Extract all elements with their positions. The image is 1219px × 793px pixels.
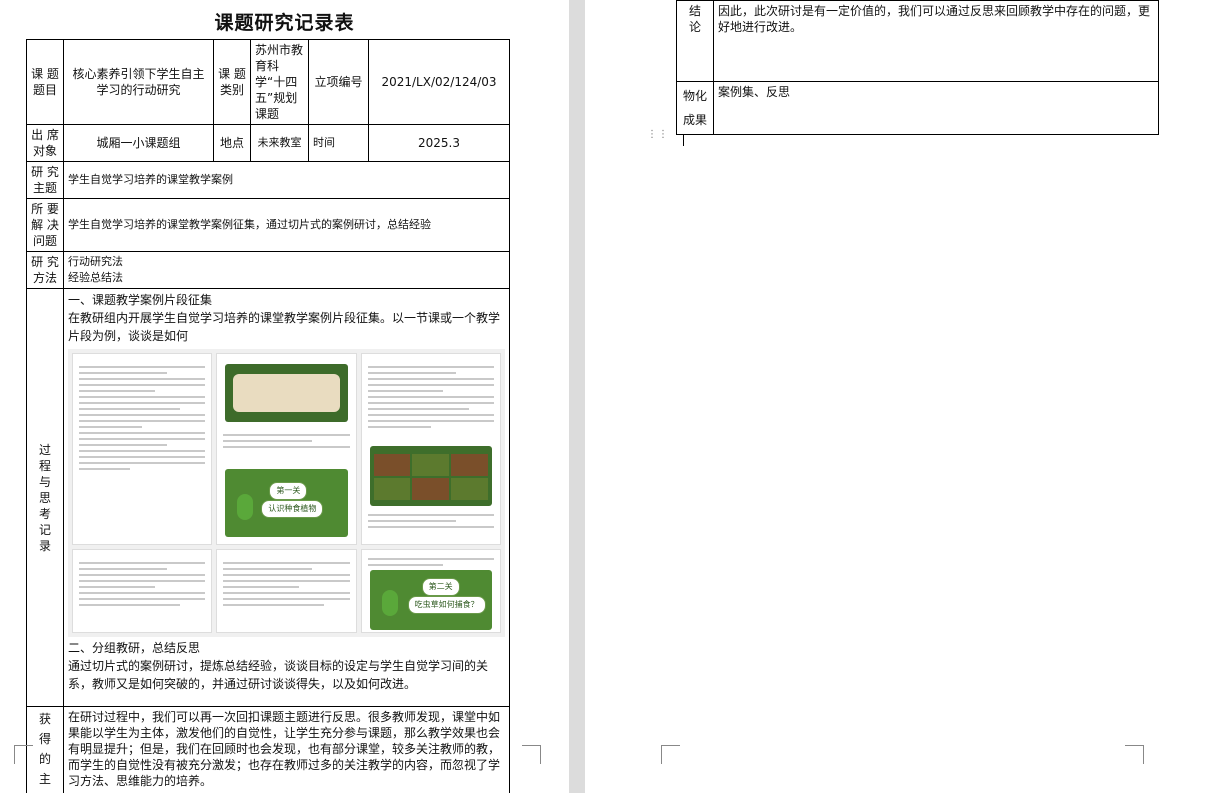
document-page-right[interactable]: 结 论 因此，此次研讨是有一定价值的，我们可以通过反思来回顾教学中存在的问题，更… — [585, 0, 1219, 793]
theme-label: 研 究 主题 — [26, 161, 64, 199]
case-slide-game-1[interactable]: 第一关 认识种食植物 — [216, 353, 357, 545]
category-value[interactable]: 苏州市教育科学“十四五”规划课题 — [250, 39, 309, 125]
slide-text-lines — [223, 558, 350, 610]
table-move-handle-icon[interactable]: ⋮⋮ — [647, 130, 668, 145]
problem-value[interactable]: 学生自觉学习培养的课堂教学案例征集，通过切片式的案例研讨，总结经验 — [63, 198, 510, 252]
project-no-value[interactable]: 2021/LX/02/124/03 — [368, 39, 510, 125]
slide-caption-1: 第一关 — [269, 482, 308, 500]
cactus-icon — [237, 494, 254, 520]
conclusion-label: 结 论 — [676, 0, 714, 82]
document-title: 课题研究记录表 — [214, 12, 355, 34]
slide-text-lines — [79, 362, 206, 474]
case-slide-grid: 第一关 认识种食植物 第二关 吃虫草如何捕食？ — [68, 349, 505, 637]
time-label: 时间 — [308, 124, 369, 162]
page-crop-mark — [1125, 745, 1144, 764]
case-slide-document-1[interactable] — [72, 353, 213, 545]
conclusion-value[interactable]: 因此，此次研讨是有一定价值的，我们可以通过反思来回顾教学中存在的问题，更好地进行… — [713, 0, 1159, 82]
slide-subcaption-2: 吃虫草如何捕食？ — [407, 596, 486, 614]
method-label: 研 究 方法 — [26, 251, 64, 289]
time-value[interactable]: 2025.3 — [368, 124, 510, 162]
location-value[interactable]: 未来教室 — [250, 124, 309, 162]
slide-subcaption-1: 认识种食植物 — [261, 500, 324, 518]
attendee-value[interactable]: 城厢一小课题组 — [63, 124, 214, 162]
location-label: 地点 — [213, 124, 251, 162]
problem-label: 所 要 解 决 问题 — [26, 198, 64, 252]
process-heading-1: 一、课题教学案例片段征集 — [68, 293, 213, 307]
slide-photo-grid — [373, 454, 488, 500]
method-line-1: 行动研究法 — [68, 255, 123, 268]
document-page-left[interactable]: 课题研究记录表 课 题 题目 核心素养引领下学生自主学习的行动研究 课 题 类别… — [0, 0, 569, 793]
case-slide-document-3[interactable] — [72, 549, 213, 633]
category-label: 课 题 类别 — [213, 39, 251, 125]
page-gap — [569, 0, 585, 793]
record-table: 课 题 题目 核心素养引领下学生自主学习的行动研究 课 题 类别 苏州市教育科学… — [26, 39, 510, 793]
theme-value[interactable]: 学生自觉学习培养的课堂教学案例 — [63, 161, 510, 199]
slide-text-lines — [367, 554, 494, 570]
attendee-label: 出 席 对象 — [26, 124, 64, 162]
process-paragraph-2: 通过切片式的案例研讨，提炼总结经验，谈谈目标的设定与学生自觉学习间的关系，教师又… — [68, 659, 489, 691]
slide-text-lines — [367, 510, 494, 532]
topic-label: 课 题 题目 — [26, 39, 64, 125]
page-crop-mark — [14, 745, 33, 764]
project-no-label: 立项编号 — [308, 39, 369, 125]
case-slide-document-4[interactable] — [216, 549, 357, 633]
case-slide-game-2[interactable]: 第二关 吃虫草如何捕食？ — [360, 549, 501, 633]
slide-text-lines — [79, 558, 206, 610]
cactus-icon — [381, 590, 398, 616]
result-value[interactable]: 案例集、反思 — [713, 81, 1159, 135]
process-label: 过 程 与 思 考 记 录 — [26, 288, 64, 707]
topic-value[interactable]: 核心素养引领下学生自主学习的行动研究 — [63, 39, 214, 125]
record-table-continued: 结 论 因此，此次研讨是有一定价值的，我们可以通过反思来回顾教学中存在的问题，更… — [676, 0, 1159, 135]
method-value[interactable]: 行动研究法 经验总结法 — [63, 251, 510, 289]
method-line-2: 经验总结法 — [68, 271, 123, 284]
case-slide-document-2[interactable] — [360, 353, 501, 545]
result-label: 物化 成果 — [676, 81, 714, 135]
text-cursor — [683, 134, 684, 146]
process-content[interactable]: 一、课题教学案例片段征集 在教研组内开展学生自觉学习培养的课堂教学案例片段征集。… — [63, 288, 510, 707]
page-crop-mark — [661, 745, 680, 764]
slide-card — [233, 374, 340, 412]
process-paragraph-1: 在教研组内开展学生自觉学习培养的课堂教学案例片段征集。以一节课或一个教学片段为例… — [68, 311, 501, 343]
slide-caption-2: 第二关 — [421, 578, 460, 596]
slide-text-lines — [367, 362, 494, 432]
gain-value[interactable]: 在研讨过程中，我们可以再一次回扣课题主题进行反思。很多教师发现，课堂中如果能以学… — [63, 706, 510, 793]
process-heading-2: 二、分组教研，总结反思 — [68, 641, 201, 655]
slide-text-lines — [223, 430, 350, 452]
page-crop-mark — [522, 745, 541, 764]
